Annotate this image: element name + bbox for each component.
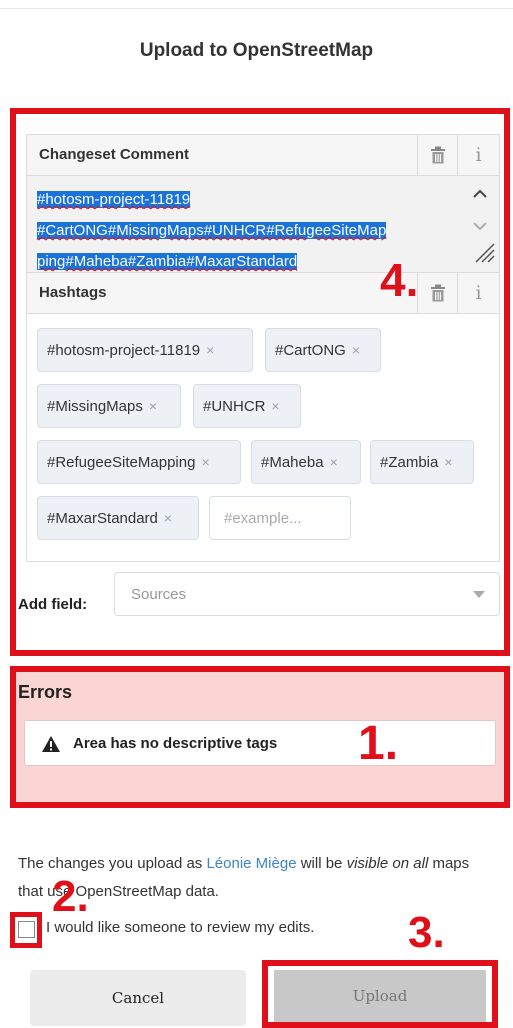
comment-line-2: #CartONG#MissingMaps#UNHCR#RefugeeSiteMa… bbox=[37, 222, 387, 239]
hashtags-label: Hashtags bbox=[39, 284, 107, 301]
hashtag-chip[interactable]: #Maheba × bbox=[251, 440, 361, 484]
hashtags-header: Hashtags i bbox=[26, 272, 500, 314]
info-icon[interactable]: i bbox=[457, 273, 499, 313]
warning-icon bbox=[41, 735, 61, 758]
hashtag-chip[interactable]: #MaxarStandard × bbox=[37, 496, 199, 540]
remove-tag-icon[interactable]: × bbox=[352, 342, 360, 358]
errors-panel: Errors Area has no descriptive tags bbox=[10, 666, 510, 808]
add-field-label: Add field: bbox=[18, 596, 88, 613]
hashtag-chip[interactable]: #CartONG × bbox=[265, 328, 381, 372]
hashtag-text: #hotosm-project-11819 bbox=[47, 341, 201, 359]
annotation-box-4: Changeset Comment i #hotosm-project-1181… bbox=[10, 108, 510, 656]
annotation-number-4: 4. bbox=[380, 254, 419, 306]
hashtag-chip[interactable]: #RefugeeSiteMapping × bbox=[37, 440, 241, 484]
user-link[interactable]: Léonie Miège bbox=[206, 855, 296, 872]
hashtag-text: #RefugeeSiteMapping bbox=[47, 453, 196, 471]
info-emphasis: visible on all bbox=[346, 855, 429, 872]
dropdown-caret-icon bbox=[473, 591, 485, 598]
comment-line-1: #hotosm-project-11819 bbox=[37, 191, 191, 208]
hashtag-chip[interactable]: #MissingMaps × bbox=[37, 384, 181, 428]
review-checkbox[interactable] bbox=[18, 921, 35, 938]
hashtag-chip[interactable]: #hotosm-project-11819 × bbox=[37, 328, 253, 372]
changeset-comment-label: Changeset Comment bbox=[39, 146, 190, 163]
add-field-placeholder: Sources bbox=[131, 586, 187, 603]
hashtag-text: #Maheba bbox=[261, 453, 324, 471]
cancel-button[interactable]: Cancel bbox=[30, 970, 246, 1026]
hashtag-text: #Zambia bbox=[380, 453, 439, 471]
errors-title: Errors bbox=[18, 682, 73, 702]
comment-line-3: ping#Maheba#Zambia#MaxarStandard bbox=[37, 253, 298, 270]
annotation-number-1: 1. bbox=[358, 717, 399, 770]
error-message: Area has no descriptive tags bbox=[73, 735, 278, 752]
hashtag-input[interactable]: #example... bbox=[209, 496, 351, 540]
hashtag-text: #MaxarStandard bbox=[47, 509, 158, 527]
remove-tag-icon[interactable]: × bbox=[444, 454, 452, 470]
review-checkbox-label[interactable]: I would like someone to review my edits. bbox=[46, 919, 314, 936]
trash-icon[interactable] bbox=[417, 273, 457, 313]
remove-tag-icon[interactable]: × bbox=[201, 454, 209, 470]
annotation-number-3: 3. bbox=[408, 908, 445, 957]
remove-tag-icon[interactable]: × bbox=[206, 342, 214, 358]
upload-button[interactable]: Upload bbox=[274, 970, 486, 1022]
hashtag-text: #MissingMaps bbox=[47, 397, 143, 415]
hashtag-text: #UNHCR bbox=[203, 397, 266, 415]
remove-tag-icon[interactable]: × bbox=[149, 398, 157, 414]
trash-icon[interactable] bbox=[417, 135, 457, 175]
error-item[interactable]: Area has no descriptive tags bbox=[24, 720, 496, 766]
hashtags-field[interactable]: #hotosm-project-11819 × #CartONG × #Missin… bbox=[26, 314, 500, 562]
changeset-comment-textarea[interactable]: #hotosm-project-11819 #CartONG#MissingMa… bbox=[26, 176, 500, 272]
top-divider bbox=[0, 8, 513, 9]
info-icon[interactable]: i bbox=[457, 135, 499, 175]
info-middle: will be bbox=[296, 855, 347, 872]
remove-tag-icon[interactable]: × bbox=[164, 510, 172, 526]
remove-tag-icon[interactable]: × bbox=[330, 454, 338, 470]
remove-tag-icon[interactable]: × bbox=[272, 398, 280, 414]
info-prefix: The changes you upload as bbox=[18, 855, 207, 872]
resize-handle-icon[interactable] bbox=[473, 241, 495, 268]
hashtag-chip[interactable]: #UNHCR × bbox=[193, 384, 301, 428]
hashtag-chip[interactable]: #Zambia × bbox=[370, 440, 474, 484]
add-field-select[interactable]: Sources bbox=[114, 572, 500, 616]
hashtag-text: #CartONG bbox=[275, 341, 346, 359]
chevron-up-icon[interactable] bbox=[473, 186, 487, 204]
chevron-down-icon[interactable] bbox=[473, 218, 487, 236]
annotation-number-2: 2. bbox=[52, 872, 89, 921]
changeset-comment-header: Changeset Comment i bbox=[26, 134, 500, 176]
page-title: Upload to OpenStreetMap bbox=[139, 40, 374, 61]
